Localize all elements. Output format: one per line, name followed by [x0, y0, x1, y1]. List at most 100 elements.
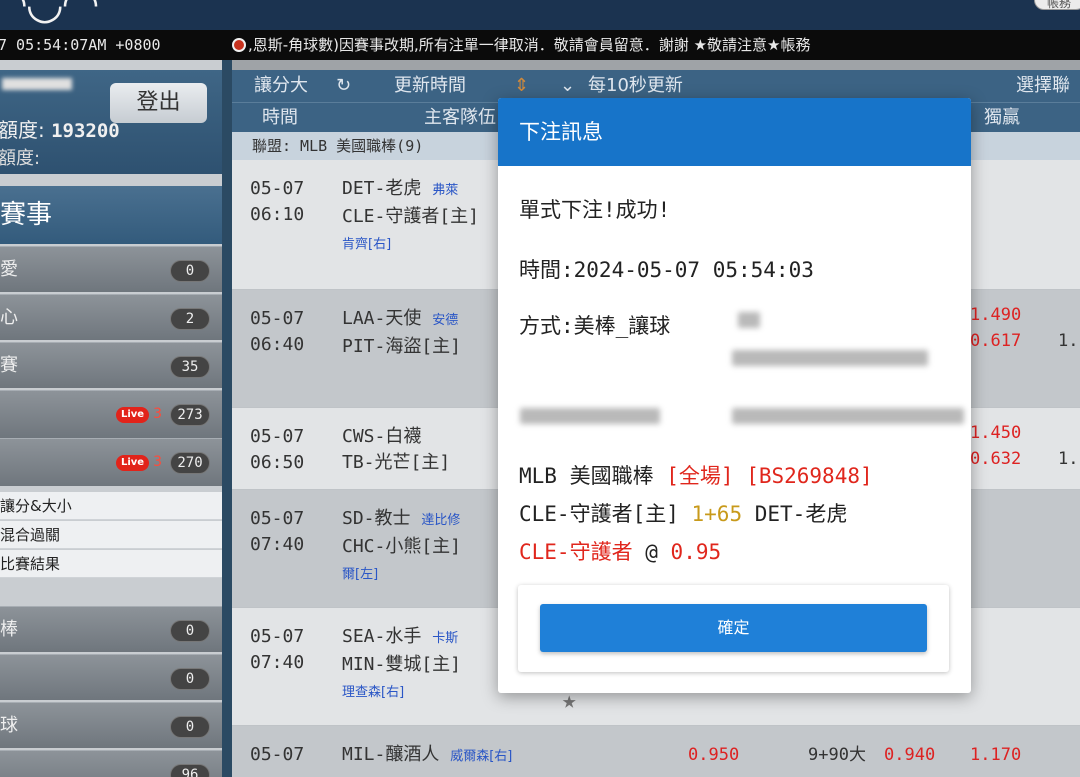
- away-pitcher: 達比修: [421, 513, 461, 528]
- total-line: 9+90大: [808, 745, 866, 765]
- league-select[interactable]: 選擇聯: [1016, 70, 1070, 102]
- announcement-icon: [232, 38, 246, 52]
- odds-value[interactable]: 1.490: [970, 302, 1021, 328]
- sidebar-item-label: 賽: [0, 355, 18, 376]
- game-teams: MIL-釀酒人 威爾森[右]: [342, 742, 512, 770]
- game-teams: DET-老虎 弗萊 CLE-守護者[主] 肯齊[右]: [342, 176, 479, 258]
- count-badge: 0: [170, 620, 210, 642]
- bet-at: @: [645, 540, 658, 564]
- game-teams: SEA-水手 卡斯 MIN-雙城[主] 理查森[右]: [342, 624, 461, 706]
- bet-method: 方式:美棒_讓球: [519, 314, 671, 338]
- confirm-button[interactable]: 確定: [540, 604, 927, 652]
- site-logo: ◠◡◠: [0, 0, 100, 29]
- home-team: CLE-守護者[主]: [342, 206, 480, 227]
- sub-item-handicap-total[interactable]: 讓分&大小: [0, 492, 222, 520]
- odds-value[interactable]: 0.617: [970, 328, 1021, 354]
- away-team: SD-教士: [342, 508, 411, 529]
- count-badge: 0: [170, 260, 210, 282]
- sidebar-item[interactable]: 賽 35: [0, 342, 222, 388]
- game-time: 05-07 06:10: [250, 178, 305, 225]
- sidebar-item-live[interactable]: Live 3 270: [0, 438, 222, 486]
- sub-item-parlay[interactable]: 混合過關: [0, 521, 222, 549]
- refresh-icon[interactable]: ↻: [336, 70, 351, 102]
- game-teams: SD-教士 達比修 CHC-小熊[主] 爾[左]: [342, 506, 461, 588]
- live-count: 3: [153, 454, 162, 470]
- col-teams: 主客隊伍: [424, 107, 496, 128]
- account-button[interactable]: 帳務: [1034, 0, 1080, 10]
- odds-value[interactable]: 0.940: [884, 742, 935, 768]
- sidebar-item[interactable]: 愛 0: [0, 246, 222, 292]
- odds-value[interactable]: 1.170: [970, 742, 1021, 768]
- redacted-info: [520, 408, 660, 424]
- game-time: 05-07 07:40: [250, 508, 305, 555]
- bet-pick-line: CLE-守護者 @ 0.95: [519, 536, 721, 566]
- bet-odds: 0.95: [670, 540, 722, 564]
- game-teams: LAA-天使 安德 PIT-海盜[主]: [342, 306, 461, 360]
- game-time: 05-07 06:50: [250, 426, 305, 473]
- odds-value[interactable]: 1.450: [970, 420, 1021, 446]
- bet-league-line: MLB 美國職棒 [全場] [BS269848]: [519, 460, 873, 490]
- sidebar-item[interactable]: 心 2: [0, 294, 222, 340]
- dialog-title: 下注訊息: [498, 98, 971, 166]
- refresh-time-label: 更新時間: [394, 75, 466, 96]
- sidebar-item-label: 心: [0, 307, 18, 328]
- count-badge: 0: [170, 668, 210, 690]
- count-badge: 0: [170, 716, 210, 738]
- credit-line-2: 額度:: [0, 148, 41, 169]
- announcement-text: ,恩斯-角球數)因賽事改期,所有注單一律取消．敬請會員留意．謝謝 ★敬請注意★帳…: [248, 36, 811, 54]
- col-win: 獨贏: [984, 107, 1020, 128]
- bet-pick: CLE-守護者: [519, 540, 633, 564]
- away-team: CWS-白襪: [342, 426, 422, 447]
- sidebar-item-live[interactable]: Live 3 273: [0, 390, 222, 438]
- bet-time: 時間:2024-05-07 05:54:03: [519, 258, 814, 282]
- home-team: PIT-海盜[主]: [342, 336, 462, 357]
- live-indicator: Live 3: [115, 405, 162, 423]
- info-bar: 7 05:54:07AM +0800 ,恩斯-角球數)因賽事改期,所有注單一律取…: [0, 30, 1080, 60]
- sidebar-item[interactable]: 0: [0, 654, 222, 700]
- away-pitcher: 弗萊: [432, 183, 459, 198]
- count-badge: 270: [170, 452, 210, 474]
- game-time: 05-07 07:40: [250, 626, 305, 673]
- clock: 7 05:54:07AM +0800: [0, 36, 161, 54]
- bet-league: MLB 美國職棒: [519, 464, 654, 488]
- count-badge: 2: [170, 308, 210, 330]
- top-header: ◠◡◠ 帳務: [0, 0, 1080, 30]
- bet-handicap: 1+65: [691, 502, 743, 526]
- bet-period: [全場]: [666, 464, 734, 488]
- tab-handicap-total[interactable]: 讓分大: [254, 70, 308, 102]
- sidebar-item[interactable]: 棒 0: [0, 606, 222, 652]
- bet-ticket: [BS269848]: [746, 464, 873, 488]
- game-time: 05-07: [250, 744, 305, 765]
- credit-value: 193200: [51, 120, 120, 142]
- odds-value[interactable]: 0.632: [970, 446, 1021, 472]
- user-name-blurred: [2, 78, 72, 90]
- sidebar-item-label: 球: [0, 715, 18, 736]
- redacted-info: [738, 312, 760, 328]
- away-pitcher: 安德: [432, 313, 459, 328]
- redacted-info: [732, 350, 928, 366]
- away-team: DET-老虎: [342, 178, 422, 199]
- count-badge: 273: [170, 404, 210, 426]
- count-badge: 35: [170, 356, 210, 378]
- bet-away-team: DET-老虎: [754, 502, 848, 526]
- odds-value[interactable]: 1.: [1058, 446, 1078, 472]
- sidebar-item-label: 棒: [0, 619, 18, 640]
- live-count: 3: [153, 406, 162, 422]
- game-teams: CWS-白襪 TB-光芒[主]: [342, 424, 450, 476]
- credit-label: 額度:: [0, 118, 45, 142]
- away-team: LAA-天使: [342, 308, 422, 329]
- events-heading: 賽事: [0, 186, 222, 244]
- announcement-marquee: ,恩斯-角球數)因賽事改期,所有注單一律取消．敬請會員留意．謝謝 ★敬請注意★帳…: [232, 30, 810, 60]
- bet-home-team: CLE-守護者[主]: [519, 502, 679, 526]
- sidebar-item[interactable]: 球 0: [0, 702, 222, 748]
- away-team: SEA-水手: [342, 626, 422, 647]
- sub-item-results[interactable]: 比賽結果: [0, 550, 222, 578]
- away-team: MIL-釀酒人: [342, 744, 440, 765]
- logout-button[interactable]: 登出: [110, 83, 207, 123]
- odds-value[interactable]: 0.950: [688, 742, 739, 768]
- home-pitcher: 肯齊[右]: [342, 237, 392, 252]
- sidebar-item[interactable]: 96: [0, 750, 222, 777]
- redacted-info: [732, 408, 964, 424]
- odds-value[interactable]: 1.: [1058, 328, 1078, 354]
- col-time: 時間: [262, 107, 298, 128]
